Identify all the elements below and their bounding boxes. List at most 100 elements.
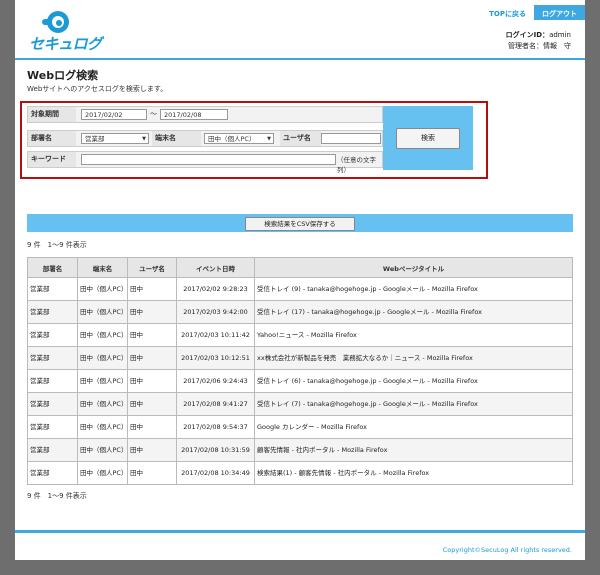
- cell-page-title: 受信トレイ (6) - tanaka@hogehoge.jp - Googleメ…: [254, 369, 573, 393]
- csv-bar: 検索結果をCSV保存する: [27, 214, 573, 232]
- col-department: 部署名: [27, 257, 78, 278]
- cell-terminal: 田中（個人PC）: [77, 438, 128, 462]
- table-row: 営業部 田中（個人PC） 田中 2017/02/03 10:12:51 xx株式会社が新…: [27, 346, 573, 370]
- cell-user: 田中: [127, 346, 177, 370]
- col-user: ユーザ名: [127, 257, 177, 278]
- cell-department: 営業部: [27, 277, 78, 301]
- results-table: 部署名 端末名 ユーザ名 イベント日時 Webページタイトル 営業部 田中（個人P…: [27, 257, 573, 485]
- cell-page-title: 受信トレイ (7) - tanaka@hogehoge.jp - Googleメ…: [254, 392, 573, 416]
- date-from-input[interactable]: 2017/02/02: [81, 109, 147, 120]
- terminal-label: 端末名: [152, 131, 201, 146]
- top-links: TOPに戻る ログアウト: [481, 5, 585, 20]
- cell-user: 田中: [127, 461, 177, 485]
- logo-icon: [42, 11, 69, 33]
- cell-user: 田中: [127, 369, 177, 393]
- table-row: 営業部 田中（個人PC） 田中 2017/02/08 9:54:37 Google カレ…: [27, 415, 573, 439]
- copyright: Copyright©SecuLog All rights reserved.: [442, 546, 572, 554]
- user-input[interactable]: [321, 133, 381, 144]
- cell-datetime: 2017/02/03 9:42:00: [176, 300, 255, 324]
- table-row: 営業部 田中（個人PC） 田中 2017/02/03 9:42:00 受信トレイ (17…: [27, 300, 573, 324]
- cell-datetime: 2017/02/08 9:54:37: [176, 415, 255, 439]
- terminal-value: 田中（個人PC）: [208, 135, 256, 143]
- cell-datetime: 2017/02/03 10:12:51: [176, 346, 255, 370]
- cell-department: 営業部: [27, 369, 78, 393]
- header-divider: [15, 58, 585, 60]
- footer-divider: [15, 530, 585, 533]
- cell-user: 田中: [127, 438, 177, 462]
- cell-terminal: 田中（個人PC）: [77, 300, 128, 324]
- filter-row: 部署名 営業部 端末名 田中（個人PC） ユーザ名: [27, 130, 383, 147]
- date-range-separator: ～: [150, 110, 157, 118]
- login-id-label: ログインID：: [505, 31, 550, 39]
- date-to-input[interactable]: 2017/02/08: [160, 109, 228, 120]
- table-header-row: 部署名 端末名 ユーザ名 イベント日時 Webページタイトル: [27, 257, 573, 278]
- cell-user: 田中: [127, 415, 177, 439]
- col-terminal: 端末名: [77, 257, 128, 278]
- keyword-row: キーワード （任意の文字列）: [27, 151, 383, 174]
- cell-page-title: 検索結果(1) - 顧客先情報 - 社内ポータル - Mozilla Firef…: [254, 461, 573, 485]
- result-count: 9 件 1～9 件表示: [27, 241, 87, 249]
- logo-text: セキュログ: [29, 35, 102, 53]
- page: セキュログ TOPに戻る ログアウト ログインID：admin 管理者名：情報 …: [15, 0, 585, 560]
- logout-button[interactable]: ログアウト: [534, 5, 585, 20]
- table-row: 営業部 田中（個人PC） 田中 2017/02/02 9:28:23 受信トレイ (9)…: [27, 277, 573, 301]
- app-logo[interactable]: セキュログ: [29, 11, 109, 55]
- table-row: 営業部 田中（個人PC） 田中 2017/02/06 9:24:43 受信トレイ (6)…: [27, 369, 573, 393]
- cell-terminal: 田中（個人PC）: [77, 277, 128, 301]
- search-button[interactable]: 検索: [396, 128, 460, 149]
- cell-datetime: 2017/02/08 9:41:27: [176, 392, 255, 416]
- table-row: 営業部 田中（個人PC） 田中 2017/02/03 10:11:42 Yahoo!ニュ…: [27, 323, 573, 347]
- cell-page-title: xx株式会社が新製品を発売 業務拡大なるか｜ニュース - Mozilla Fir…: [254, 346, 573, 370]
- cell-datetime: 2017/02/08 10:31:59: [176, 438, 255, 462]
- cell-department: 営業部: [27, 346, 78, 370]
- page-subtitle: Webサイトへのアクセスログを検索します。: [27, 85, 168, 93]
- cell-datetime: 2017/02/08 10:34:49: [176, 461, 255, 485]
- cell-department: 営業部: [27, 438, 78, 462]
- cell-department: 営業部: [27, 461, 78, 485]
- bottom-result-count: 9 件 1～9 件表示: [27, 492, 87, 500]
- table-row: 営業部 田中（個人PC） 田中 2017/02/08 10:31:59 顧客先情報 - …: [27, 438, 573, 462]
- cell-page-title: 受信トレイ (17) - tanaka@hogehoge.jp - Google…: [254, 300, 573, 324]
- cell-page-title: 受信トレイ (9) - tanaka@hogehoge.jp - Googleメ…: [254, 277, 573, 301]
- admin-name-label: 管理者名：: [508, 42, 543, 50]
- cell-department: 営業部: [27, 300, 78, 324]
- keyword-input[interactable]: [81, 154, 336, 165]
- cell-user: 田中: [127, 323, 177, 347]
- cell-page-title: 顧客先情報 - 社内ポータル - Mozilla Firefox: [254, 438, 573, 462]
- csv-save-button[interactable]: 検索結果をCSV保存する: [245, 217, 355, 231]
- keyword-hint: （任意の文字列）: [337, 156, 376, 174]
- department-label: 部署名: [28, 131, 76, 146]
- cell-department: 営業部: [27, 392, 78, 416]
- terminal-select[interactable]: 田中（個人PC）: [204, 133, 274, 145]
- cell-page-title: Yahoo!ニュース - Mozilla Firefox: [254, 323, 573, 347]
- search-button-panel: 検索: [383, 106, 473, 170]
- period-label: 対象期間: [28, 107, 76, 122]
- cell-department: 営業部: [27, 323, 78, 347]
- cell-user: 田中: [127, 300, 177, 324]
- col-event-datetime: イベント日時: [176, 257, 255, 278]
- keyword-label: キーワード: [28, 152, 76, 167]
- cell-datetime: 2017/02/06 9:24:43: [176, 369, 255, 393]
- cell-page-title: Google カレンダー - Mozilla Firefox: [254, 415, 573, 439]
- department-value: 営業部: [85, 135, 105, 143]
- admin-name-value: 情報 守: [543, 42, 571, 50]
- page-title: Webログ検索: [27, 69, 99, 82]
- cell-terminal: 田中（個人PC）: [77, 346, 128, 370]
- period-row: 対象期間 2017/02/02 ～ 2017/02/08: [27, 106, 383, 123]
- cell-terminal: 田中（個人PC）: [77, 369, 128, 393]
- cell-department: 営業部: [27, 415, 78, 439]
- login-id-value: admin: [549, 31, 571, 39]
- table-row: 営業部 田中（個人PC） 田中 2017/02/08 9:41:27 受信トレイ (7)…: [27, 392, 573, 416]
- col-page-title: Webページタイトル: [254, 257, 573, 278]
- cell-datetime: 2017/02/03 10:11:42: [176, 323, 255, 347]
- department-select[interactable]: 営業部: [81, 133, 149, 145]
- cell-terminal: 田中（個人PC）: [77, 415, 128, 439]
- table-row: 営業部 田中（個人PC） 田中 2017/02/08 10:34:49 検索結果(1) …: [27, 461, 573, 485]
- cell-user: 田中: [127, 392, 177, 416]
- top-page-link[interactable]: TOPに戻る: [481, 5, 534, 20]
- cell-user: 田中: [127, 277, 177, 301]
- user-label: ユーザ名: [280, 131, 321, 146]
- cell-terminal: 田中（個人PC）: [77, 323, 128, 347]
- cell-terminal: 田中（個人PC）: [77, 461, 128, 485]
- cell-terminal: 田中（個人PC）: [77, 392, 128, 416]
